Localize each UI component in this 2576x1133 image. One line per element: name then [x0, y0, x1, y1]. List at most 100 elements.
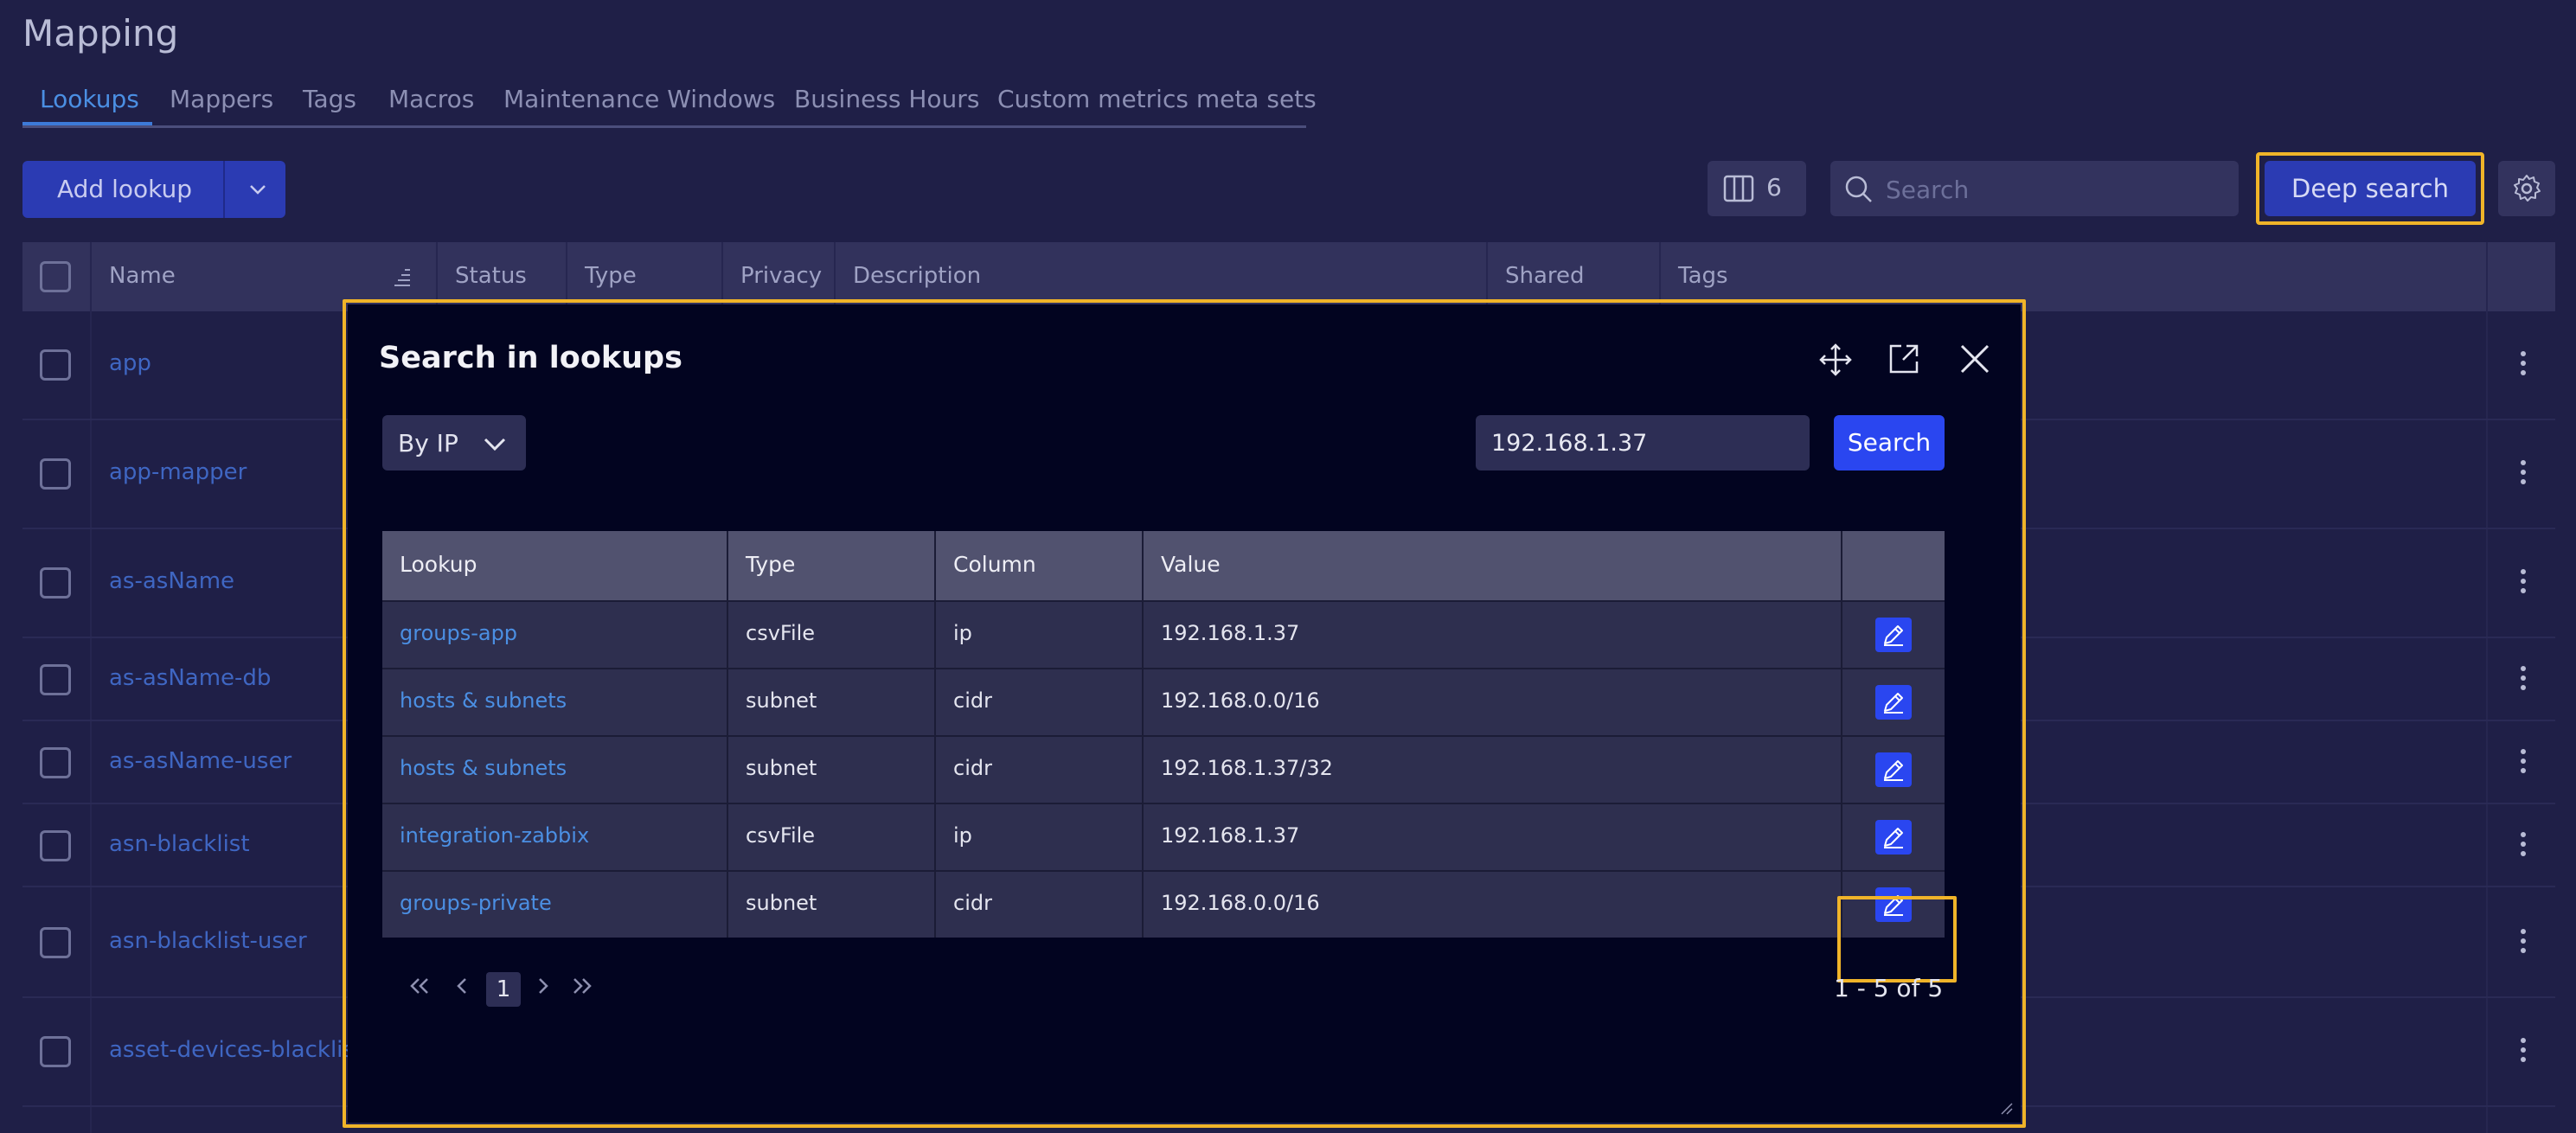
row-checkbox[interactable]	[40, 1036, 71, 1067]
row-checkbox[interactable]	[40, 458, 71, 490]
row-checkbox[interactable]	[40, 927, 71, 958]
column-divider	[934, 804, 936, 870]
header-tags[interactable]: Tags	[1678, 263, 1728, 289]
edit-button-highlight	[1837, 896, 1957, 983]
column-divider	[727, 737, 728, 803]
header-shared[interactable]: Shared	[1505, 263, 1585, 289]
search-mode-select[interactable]: By IP	[382, 415, 526, 470]
first-page-icon[interactable]	[405, 972, 433, 1000]
search-button[interactable]: Search	[1834, 415, 1945, 470]
row-checkbox[interactable]	[40, 349, 71, 381]
expand-icon[interactable]	[1887, 342, 1920, 375]
tab-custom-metrics-meta-sets[interactable]: Custom metrics meta sets	[997, 85, 1317, 113]
modal-title: Search in lookups	[379, 341, 682, 375]
search-in-lookups-modal: Search in lookups By IP Search Lookup Ty…	[348, 304, 2021, 1123]
pagination-summary: 1 - 5 of 5	[1834, 974, 1944, 1002]
lookup-name-link[interactable]: as-asName-db	[109, 665, 271, 691]
result-lookup-link[interactable]: hosts & subnets	[400, 756, 567, 780]
header-status[interactable]: Status	[455, 263, 527, 289]
tab-maintenance-windows[interactable]: Maintenance Windows	[503, 85, 775, 113]
column-divider	[1142, 669, 1144, 735]
row-checkbox[interactable]	[40, 747, 71, 778]
row-menu-icon[interactable]	[2521, 351, 2528, 380]
chevron-down-icon[interactable]	[244, 176, 272, 202]
lookup-name-link[interactable]: asn-blacklist	[109, 831, 250, 857]
lookup-name-link[interactable]: app-mapper	[109, 459, 247, 485]
header-privacy[interactable]: Privacy	[740, 263, 822, 289]
result-column: cidr	[953, 688, 992, 713]
edit-button[interactable]	[1875, 820, 1912, 855]
edit-button[interactable]	[1875, 752, 1912, 787]
row-menu-icon[interactable]	[2521, 666, 2528, 695]
lookup-name-link[interactable]: as-asName	[109, 568, 234, 594]
column-divider	[727, 804, 728, 870]
result-row: hosts & subnets subnet cidr 192.168.1.37…	[382, 735, 1945, 803]
row-menu-icon[interactable]	[2521, 1038, 2528, 1066]
tab-business-hours[interactable]: Business Hours	[794, 85, 979, 113]
row-menu-icon[interactable]	[2521, 929, 2528, 957]
column-divider	[934, 669, 936, 735]
previous-page-icon[interactable]	[450, 972, 474, 1000]
lookup-name-link[interactable]: asn-blacklist-user	[109, 928, 307, 954]
deep-search-button[interactable]: Deep search	[2265, 161, 2476, 216]
search-icon	[1845, 176, 1872, 202]
row-checkbox[interactable]	[40, 567, 71, 599]
edit-button[interactable]	[1875, 618, 1912, 652]
last-page-icon[interactable]	[569, 972, 597, 1000]
row-menu-icon[interactable]	[2521, 832, 2528, 861]
settings-button[interactable]	[2498, 161, 2555, 216]
result-lookup-link[interactable]: integration-zabbix	[400, 823, 589, 848]
close-icon[interactable]	[1958, 342, 1991, 375]
header-name[interactable]: Name	[109, 263, 176, 289]
column-divider	[1841, 531, 1842, 600]
column-divider	[90, 311, 92, 1133]
select-all-checkbox[interactable]	[40, 261, 71, 292]
result-row: groups-app csvFile ip 192.168.1.37	[382, 600, 1945, 668]
result-row: groups-private subnet cidr 192.168.0.0/1…	[382, 870, 1945, 938]
results-header: Lookup Type Column Value	[382, 531, 1945, 600]
columns-icon	[1723, 175, 1754, 202]
header-description[interactable]: Description	[853, 263, 981, 289]
row-menu-icon[interactable]	[2521, 749, 2528, 778]
resize-handle-icon[interactable]	[1998, 1100, 2014, 1116]
result-type: csvFile	[746, 621, 816, 645]
column-divider	[2486, 242, 2488, 311]
next-page-icon[interactable]	[531, 972, 555, 1000]
edit-button[interactable]	[1875, 685, 1912, 720]
row-menu-icon[interactable]	[2521, 569, 2528, 598]
lookup-name-link[interactable]: asset-devices-blacklist	[109, 1037, 363, 1063]
result-lookup-link[interactable]: groups-private	[400, 891, 552, 915]
column-divider	[934, 531, 936, 600]
current-page[interactable]: 1	[486, 972, 521, 1007]
add-lookup-label: Add lookup	[57, 175, 193, 203]
sort-icon[interactable]	[391, 265, 413, 289]
column-divider	[934, 602, 936, 668]
result-type: csvFile	[746, 823, 816, 848]
columns-button[interactable]: 6	[1708, 161, 1806, 216]
row-checkbox[interactable]	[40, 664, 71, 695]
column-divider	[1841, 602, 1842, 668]
search-input[interactable]	[1884, 168, 2225, 211]
ip-search-input[interactable]	[1476, 415, 1810, 470]
column-divider	[727, 602, 728, 668]
add-lookup-button[interactable]: Add lookup	[22, 161, 285, 218]
row-menu-icon[interactable]	[2521, 460, 2528, 489]
column-divider	[90, 242, 92, 311]
lookup-name-link[interactable]: app	[109, 350, 151, 376]
header-type[interactable]: Type	[585, 263, 637, 289]
tab-macros[interactable]: Macros	[388, 85, 474, 113]
row-checkbox[interactable]	[40, 830, 71, 861]
tab-mappers[interactable]: Mappers	[170, 85, 273, 113]
result-column: ip	[953, 621, 972, 645]
move-icon[interactable]	[1818, 342, 1853, 377]
lookup-name-link[interactable]: as-asName-user	[109, 748, 292, 774]
tab-tags[interactable]: Tags	[303, 85, 356, 113]
result-lookup-link[interactable]: groups-app	[400, 621, 517, 645]
result-lookup-link[interactable]: hosts & subnets	[400, 688, 567, 713]
pencil-icon	[1884, 760, 1903, 781]
tab-lookups[interactable]: Lookups	[40, 85, 139, 113]
columns-count: 6	[1766, 173, 1782, 202]
column-divider	[1142, 531, 1144, 600]
page-title: Mapping	[22, 12, 179, 54]
column-divider	[1841, 669, 1842, 735]
